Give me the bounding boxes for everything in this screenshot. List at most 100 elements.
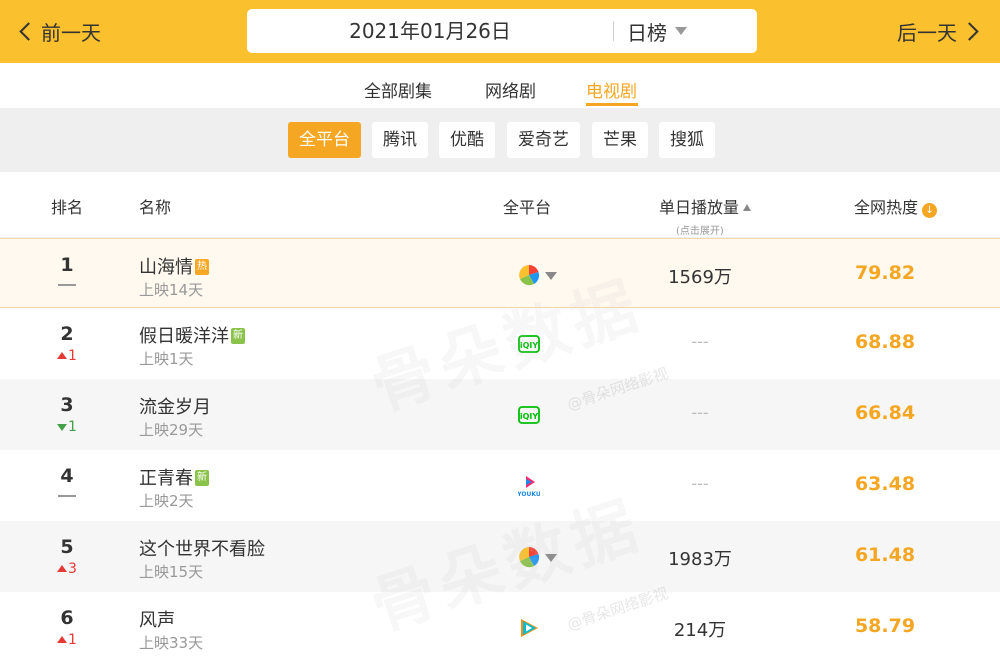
series-title-text: 正青春 <box>139 468 193 489</box>
days-on-air: 上映1天 <box>139 350 194 368</box>
daily-plays: --- <box>691 332 709 351</box>
header-name: 名称 <box>139 198 172 217</box>
tencent-video-icon <box>521 619 538 637</box>
platform-expand-icon[interactable] <box>545 272 557 280</box>
series-title[interactable]: 这个世界不看脸 <box>139 535 265 561</box>
platform-expand-icon[interactable] <box>545 554 557 562</box>
next-day-button[interactable]: 后一天 <box>897 0 979 63</box>
rank-unchanged-indicator <box>58 284 76 286</box>
tab-web-series[interactable]: 网络剧 <box>485 77 536 102</box>
chevron-left-icon <box>19 22 38 41</box>
heat-value: 61.48 <box>854 544 916 566</box>
series-title-text: 这个世界不看脸 <box>139 539 265 560</box>
filter-youku[interactable]: 优酷 <box>439 122 495 158</box>
daily-plays: 1569万 <box>668 267 732 288</box>
header-heat[interactable]: 全网热度 ↓ <box>854 194 938 218</box>
filter-all-platforms[interactable]: 全平台 <box>288 122 361 158</box>
heat-value: 79.82 <box>854 262 916 284</box>
series-title[interactable]: 风声 <box>139 606 175 632</box>
multi-platform-icon[interactable] <box>518 546 540 568</box>
rank-change: 1 <box>47 419 87 435</box>
rank-change: 3 <box>47 561 87 577</box>
tab-tv-series[interactable]: 电视剧 <box>586 77 637 102</box>
table-header: 排名 名称 全平台 单日播放量 (点击展开) 全网热度 ↓ <box>0 172 1000 238</box>
daily-plays: 1983万 <box>668 549 732 570</box>
arrow-down-icon <box>57 424 68 431</box>
table-row[interactable]: 4 正青春新 上映2天 YOUKU --- 63.48 <box>0 450 1000 521</box>
svg-text:iQIY: iQIY <box>520 341 539 350</box>
rank-number: 3 <box>60 394 74 416</box>
prev-day-label: 前一天 <box>41 21 101 45</box>
rank-change-value: 1 <box>68 348 77 364</box>
date-divider <box>613 21 614 41</box>
series-title[interactable]: 正青春新 <box>139 464 209 490</box>
days-on-air: 上映29天 <box>139 421 204 439</box>
days-on-air: 上映14天 <box>139 281 204 299</box>
heat-info-icon: ↓ <box>922 203 938 218</box>
series-title-text: 流金岁月 <box>139 397 211 418</box>
series-title[interactable]: 山海情热 <box>139 253 209 279</box>
prev-day-button[interactable]: 前一天 <box>18 0 101 63</box>
series-title[interactable]: 假日暖洋洋新 <box>139 322 245 348</box>
heat-value: 63.48 <box>854 473 916 495</box>
range-select-label: 日榜 <box>627 20 667 45</box>
rank-number: 6 <box>60 607 74 629</box>
arrow-up-icon <box>57 352 68 359</box>
rank-number: 5 <box>60 536 74 558</box>
daily-plays: --- <box>691 403 709 422</box>
rank-number: 4 <box>60 465 74 487</box>
hot-badge: 热 <box>195 259 209 275</box>
rank-change-value: 3 <box>68 561 77 577</box>
table-row[interactable]: 6 1 风声 上映33天 214万 58.79 <box>0 592 1000 671</box>
top-bar: 前一天 2021年01月26日 日榜 后一天 <box>0 0 1000 63</box>
days-on-air: 上映15天 <box>139 563 204 581</box>
days-on-air: 上映33天 <box>139 634 204 652</box>
caret-down-icon <box>675 27 687 35</box>
new-badge: 新 <box>231 328 245 344</box>
category-tabs: 全部剧集 网络剧 电视剧 <box>0 63 1000 108</box>
heat-value: 58.79 <box>854 615 916 637</box>
rank-number: 2 <box>60 323 74 345</box>
active-tab-indicator <box>586 103 638 106</box>
filter-iqiyi[interactable]: 爱奇艺 <box>507 122 580 158</box>
iqiyi-icon: iQIY <box>518 335 540 353</box>
rank-change: 1 <box>47 348 87 364</box>
platform-filter-bar: 全平台 腾讯 优酷 爱奇艺 芒果 搜狐 <box>0 108 1000 172</box>
arrow-up-icon <box>57 636 68 643</box>
rank-change: 1 <box>47 632 87 648</box>
next-day-label: 后一天 <box>897 21 957 45</box>
heat-value: 66.84 <box>854 402 916 424</box>
header-platform: 全平台 <box>503 198 552 217</box>
table-row[interactable]: 5 3 这个世界不看脸 上映15天 1983万 61.48 <box>0 521 1000 592</box>
date-value[interactable]: 2021年01月26日 <box>247 9 613 53</box>
daily-plays: 214万 <box>673 620 727 641</box>
table-row[interactable]: 2 1 假日暖洋洋新 上映1天 iQIY --- 68.88 <box>0 308 1000 379</box>
header-daily-plays[interactable]: 单日播放量 <box>659 194 752 218</box>
multi-platform-icon[interactable] <box>518 264 540 286</box>
rank-unchanged-indicator <box>58 495 76 497</box>
rank-change-value: 1 <box>68 632 77 648</box>
filter-tencent[interactable]: 腾讯 <box>372 122 428 158</box>
header-daily-plays-label: 单日播放量 <box>659 198 740 217</box>
heat-value: 68.88 <box>854 331 916 353</box>
header-rank: 排名 <box>51 198 84 217</box>
arrow-up-icon <box>57 565 68 572</box>
days-on-air: 上映2天 <box>139 492 194 510</box>
sort-up-icon <box>743 204 752 211</box>
filter-mango[interactable]: 芒果 <box>592 122 648 158</box>
series-title-text: 风声 <box>139 610 175 631</box>
svg-text:iQIY: iQIY <box>520 412 539 421</box>
header-heat-label: 全网热度 <box>854 198 919 217</box>
filter-sohu[interactable]: 搜狐 <box>659 122 715 158</box>
iqiyi-icon: iQIY <box>518 406 540 424</box>
table-row[interactable]: 3 1 流金岁月 上映29天 iQIY --- 66.84 <box>0 379 1000 450</box>
range-select[interactable]: 日榜 <box>627 9 687 53</box>
table-row[interactable]: 1 山海情热 上映14天 1569万 79.82 <box>0 238 1000 308</box>
series-title[interactable]: 流金岁月 <box>139 393 211 419</box>
rank-number: 1 <box>60 254 74 276</box>
series-title-text: 假日暖洋洋 <box>139 326 229 347</box>
tab-all-series[interactable]: 全部剧集 <box>364 77 432 102</box>
date-picker[interactable]: 2021年01月26日 日榜 <box>247 9 757 53</box>
youku-icon: YOUKU <box>518 476 540 497</box>
new-badge: 新 <box>195 470 209 486</box>
